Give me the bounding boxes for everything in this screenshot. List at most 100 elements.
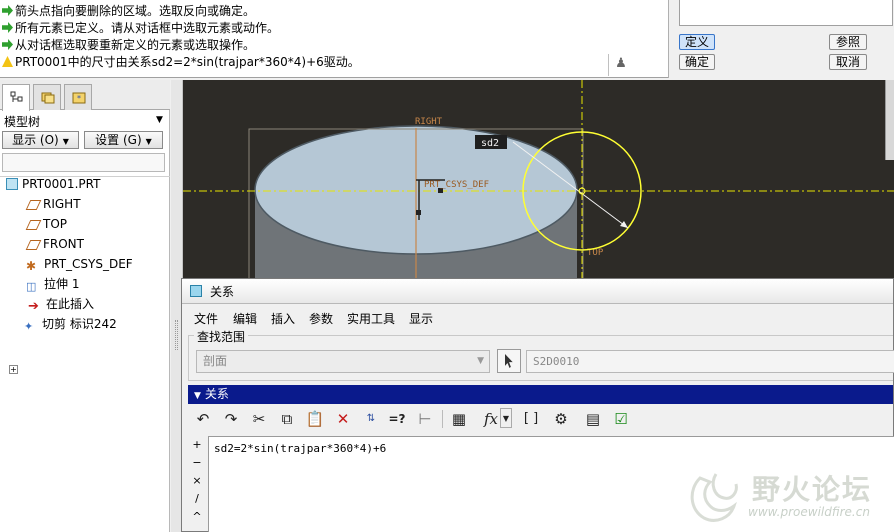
- csys-icon: ✱: [26, 259, 37, 273]
- menu-utilities[interactable]: 实用工具: [347, 310, 395, 327]
- warning-icon: [2, 56, 13, 67]
- tab-folder-browser[interactable]: [33, 84, 61, 110]
- message-line: 从对话框选取要重新定义的元素或选取操作。: [2, 37, 255, 53]
- extrude-icon: ◫: [26, 280, 37, 293]
- measure-icon[interactable]: ⊢: [414, 408, 436, 430]
- evaluate-icon[interactable]: =?: [386, 408, 408, 430]
- redo-icon[interactable]: ↷: [220, 408, 242, 430]
- delete-icon[interactable]: ✕: [332, 408, 354, 430]
- tab-favorites[interactable]: *: [64, 84, 92, 110]
- minus-operator-button[interactable]: −: [188, 454, 206, 471]
- dimension-arrow: [620, 221, 628, 228]
- element-list[interactable]: [679, 0, 893, 26]
- tree-node[interactable]: ✦ 切剪 标识242: [24, 315, 117, 333]
- favorites-icon: *: [72, 92, 86, 104]
- plus-operator-button[interactable]: +: [188, 436, 206, 453]
- arrow-icon: [2, 39, 13, 50]
- find-scope-select[interactable]: 剖面 ▼: [196, 350, 490, 373]
- dialog-title-bar[interactable]: 关系: [182, 279, 893, 304]
- reference-button[interactable]: 参照: [829, 34, 867, 50]
- select-button[interactable]: [497, 349, 521, 373]
- tree-node[interactable]: PRT0001.PRT: [6, 175, 100, 193]
- ok-button[interactable]: 确定: [679, 54, 715, 70]
- tree-filter-bar[interactable]: [2, 153, 165, 172]
- menu-file[interactable]: 文件: [194, 310, 218, 327]
- tree-node[interactable]: RIGHT: [25, 195, 81, 213]
- multiply-operator-button[interactable]: ×: [188, 472, 206, 489]
- menu-insert[interactable]: 插入: [271, 310, 295, 327]
- datum-plane-icon: [25, 200, 42, 210]
- divider: [608, 54, 609, 76]
- find-scope-label: 查找范围: [194, 328, 249, 345]
- relation-line[interactable]: sd2=2*sin(trajpar*360*4)+6: [214, 442, 386, 455]
- cut-icon: ✦: [24, 320, 34, 333]
- tree-node[interactable]: ➔ 在此插入: [28, 295, 94, 314]
- function-icon[interactable]: fx: [480, 408, 502, 430]
- navigator-tabs: *: [0, 80, 170, 111]
- cut-icon[interactable]: ✂: [248, 408, 270, 430]
- arrow-icon: [2, 22, 13, 33]
- define-button[interactable]: 定义: [679, 34, 715, 50]
- divide-operator-button[interactable]: /: [188, 490, 206, 507]
- cursor-icon: [505, 354, 513, 368]
- datum-plane-icon: [25, 240, 42, 250]
- undo-icon[interactable]: ↶: [192, 408, 214, 430]
- tree-node[interactable]: ◫ 拉伸 1: [26, 275, 79, 293]
- sort-relations-icon[interactable]: ▤: [582, 408, 604, 430]
- scrollbar[interactable]: [885, 80, 894, 160]
- model-tree-title: 模型树: [4, 115, 41, 129]
- power-operator-button[interactable]: ^: [188, 508, 206, 525]
- verify-icon[interactable]: ⚙: [550, 408, 572, 430]
- csys-label[interactable]: PRT_CSYS_DEF: [424, 180, 489, 190]
- parentheses-icon[interactable]: [ ]: [520, 408, 542, 430]
- arrow-icon: [2, 5, 13, 16]
- chevron-down-icon[interactable]: ▼: [500, 408, 512, 428]
- settings-button[interactable]: 设置 (G) ▼: [84, 131, 163, 149]
- model-tree-icon: [10, 91, 23, 102]
- menu-bar: 文件 编辑 插入 参数 实用工具 显示: [182, 308, 893, 328]
- tab-model-tree[interactable]: [2, 84, 30, 111]
- execute-icon[interactable]: ☑: [610, 408, 632, 430]
- feature-dialog: 定义 参照 确定 取消: [668, 0, 894, 78]
- message-area: 箭头点指向要删除的区域。选取反向或确定。 所有元素已定义。请从对话框中选取元素或…: [0, 0, 668, 78]
- message-line: 所有元素已定义。请从对话框中选取元素或动作。: [2, 20, 279, 36]
- splitter-grip[interactable]: [175, 320, 178, 350]
- chevron-down-icon[interactable]: ▼: [156, 115, 163, 125]
- dialog-icon: [190, 285, 202, 297]
- menu-display[interactable]: 显示: [409, 310, 433, 327]
- paste-icon[interactable]: 📋: [304, 408, 326, 430]
- tree-node[interactable]: FRONT: [25, 235, 84, 253]
- collapse-icon: ▼: [194, 391, 201, 401]
- message-line: PRT0001中的尺寸由关系sd2=2*sin(trajpar*360*4)+6…: [2, 54, 360, 70]
- tree-node[interactable]: TOP: [25, 215, 67, 233]
- watermark-text: 野火论坛: [752, 473, 873, 506]
- csys-marker: [416, 210, 421, 215]
- sort-icon[interactable]: ▦: [448, 408, 470, 430]
- menu-edit[interactable]: 编辑: [233, 310, 257, 327]
- expand-icon[interactable]: +: [9, 365, 18, 374]
- message-line: 箭头点指向要删除的区域。选取反向或确定。: [2, 3, 255, 19]
- chevron-down-icon: ▼: [62, 137, 69, 146]
- switch-symbols-icon[interactable]: ⇅: [360, 408, 382, 430]
- datum-plane-icon: [25, 220, 42, 230]
- dialog-title: 关系: [210, 285, 235, 299]
- part-icon: [6, 178, 18, 190]
- right-plane-label[interactable]: RIGHT: [415, 117, 443, 127]
- menu-parameters[interactable]: 参数: [309, 310, 333, 327]
- folder-icon: [41, 92, 55, 104]
- relations-section-header[interactable]: ▼ 关系: [188, 385, 893, 404]
- dimension-label[interactable]: sd2: [481, 138, 499, 149]
- navigator-panel: * 模型树 ▼ 显示 (O) ▼ 设置 (G) ▼ PRT0001.PRT RIGH…: [0, 80, 170, 532]
- person-icon[interactable]: ♟: [614, 56, 628, 74]
- operator-column: + − × / ^: [188, 436, 208, 532]
- tree-node[interactable]: ✱ PRT_CSYS_DEF: [26, 255, 133, 273]
- relations-toolbar: ↶ ↷ ✂ ⧉ 📋 ✕ ⇅ =? ⊢ ▦ fx ▼ [ ] ⚙ ▤ ☑: [188, 406, 893, 434]
- chevron-down-icon: ▼: [145, 137, 152, 146]
- svg-text:*: *: [77, 94, 81, 103]
- find-scope-field[interactable]: S2D0010: [526, 350, 894, 373]
- show-button[interactable]: 显示 (O) ▼: [2, 131, 79, 149]
- divider: [442, 410, 443, 428]
- insert-here-icon: ➔: [28, 299, 39, 314]
- copy-icon[interactable]: ⧉: [276, 408, 298, 430]
- cancel-button[interactable]: 取消: [829, 54, 867, 70]
